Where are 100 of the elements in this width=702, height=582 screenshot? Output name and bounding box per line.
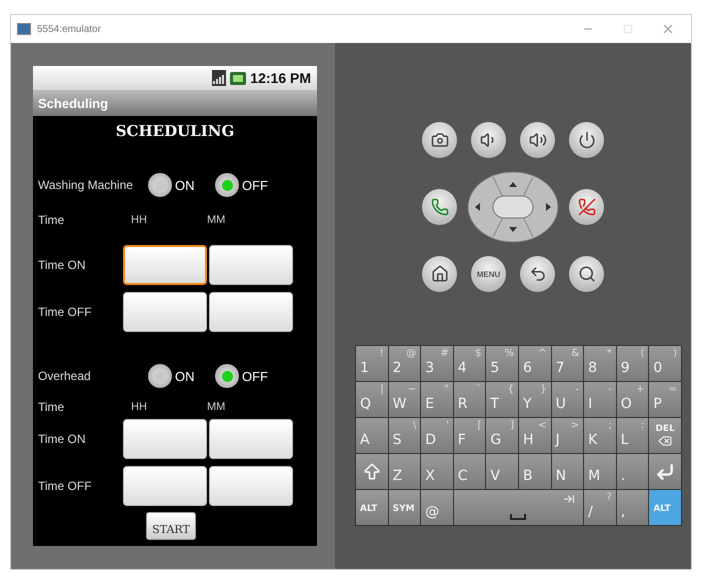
page-heading: SCHEDULING [114,121,236,142]
keyboard-key[interactable]: / ? [584,490,616,525]
battery-icon [230,72,246,84]
alt-character: [ [477,420,482,431]
keyboard-key[interactable]: S \ [388,418,420,453]
keyboard-key[interactable]: D ' [421,418,453,453]
time-input[interactable] [123,292,207,332]
close-icon[interactable] [661,22,675,36]
radio-button[interactable] [148,173,172,197]
tab-arrow-icon [563,493,576,505]
keyboard-key[interactable]: K ; [584,418,616,453]
row-label: Time OFF [37,305,93,319]
keyboard-key[interactable]: R ` [454,382,486,417]
keyboard-key[interactable]: P = [649,382,681,417]
alt-character: @ [406,348,416,359]
home-button[interactable] [422,256,457,292]
row-label: Time ON [37,432,87,446]
column-label: MM [207,400,226,412]
keyboard-key[interactable]: G ] [486,418,518,453]
keyboard-key[interactable]: 2 @ [388,346,420,381]
time-input[interactable] [123,466,207,506]
keyboard-key[interactable]: W ~ [388,382,420,417]
alt-character: : [640,420,644,431]
keyboard-key[interactable]: 5 % [486,346,518,381]
keyboard-key[interactable]: B [518,454,551,489]
keyboard-key[interactable]: , [616,490,648,525]
alt-character: - [576,384,580,395]
keyboard-key[interactable]: H < [518,418,551,453]
alt-character: $ [475,348,482,359]
keyboard-key[interactable]: O + [616,382,648,417]
keyboard-key[interactable]: 7 & [552,346,584,381]
time-input[interactable] [209,245,293,285]
back-button[interactable] [520,256,555,292]
power-icon [578,131,596,149]
keyboard-key[interactable]: 9 ( [616,346,648,381]
alt-character: ^ [538,348,547,359]
alt-character: < [538,420,547,431]
time-input[interactable] [123,419,207,459]
back-icon [528,265,546,283]
delete-key[interactable]: DEL [649,418,681,453]
keyboard-key[interactable]: 4 $ [454,346,486,381]
keyboard-key[interactable]: Y } [518,382,551,417]
alt-character: > [570,420,580,431]
time-input[interactable] [209,466,293,506]
keyboard-key[interactable]: 6 ^ [518,346,551,381]
signal-icon [212,70,226,86]
phone-hangup-icon [578,198,596,216]
time-input[interactable] [209,292,293,332]
keyboard-key[interactable]: C [454,454,486,489]
backspace-icon [658,434,672,448]
radio-button[interactable] [215,173,239,197]
keyboard-key[interactable]: 1 ! [356,346,388,381]
start-button[interactable]: START [146,512,196,540]
keyboard-key[interactable]: 3 # [421,346,453,381]
modifier-key[interactable]: SYM [388,490,420,525]
alt-character: ? [606,492,612,503]
keyboard-key[interactable]: @ [421,490,453,525]
enter-key[interactable] [649,454,681,489]
alt-character: ] [510,420,514,431]
keyboard-key[interactable]: T { [486,382,518,417]
keyboard-key[interactable]: J > [552,418,584,453]
keyboard-key[interactable]: Q | [356,382,388,417]
enter-icon [655,462,676,482]
search-button[interactable] [569,256,604,292]
alt-character: ~ [408,384,416,395]
menu-button[interactable]: MENU [471,256,506,292]
keyboard-key[interactable]: A [356,418,388,453]
power-button[interactable] [569,122,604,158]
end-call-button[interactable] [569,189,604,225]
keyboard-key[interactable]: N [552,454,584,489]
keyboard-key[interactable]: X [421,454,453,489]
keyboard-key[interactable]: F [ [454,418,486,453]
time-input[interactable] [209,419,293,459]
keyboard-key[interactable]: U - [552,382,584,417]
device-label: Washing Machine [37,178,134,192]
keyboard-key[interactable]: Z [388,454,420,489]
row-label: Time ON [37,258,87,272]
keyboard-key[interactable]: V [486,454,518,489]
camera-button[interactable] [422,122,457,158]
modifier-key[interactable]: ALT [649,490,681,525]
radio-button[interactable] [215,364,239,388]
keyboard-key[interactable]: E " [421,382,453,417]
radio-button[interactable] [148,364,172,388]
time-label: Time [37,400,66,414]
shift-key[interactable] [356,454,388,489]
volume-up-button[interactable] [520,122,555,158]
time-input[interactable] [123,245,207,285]
keyboard-key[interactable]: 8 * [584,346,616,381]
phone-icon [430,198,448,216]
modifier-key[interactable]: ALT [356,490,388,525]
column-label: HH [131,214,148,226]
keyboard-key[interactable]: 0 ) [649,346,681,381]
keyboard-key[interactable]: I - [584,382,616,417]
call-button[interactable] [422,189,457,225]
keyboard-key[interactable]: L : [616,418,648,453]
alt-character: ! [380,348,384,359]
keyboard-key[interactable]: M [584,454,616,489]
keyboard-key[interactable]: . [616,454,648,489]
volume-down-button[interactable] [471,122,506,158]
dpad-drawing[interactable] [467,171,559,243]
